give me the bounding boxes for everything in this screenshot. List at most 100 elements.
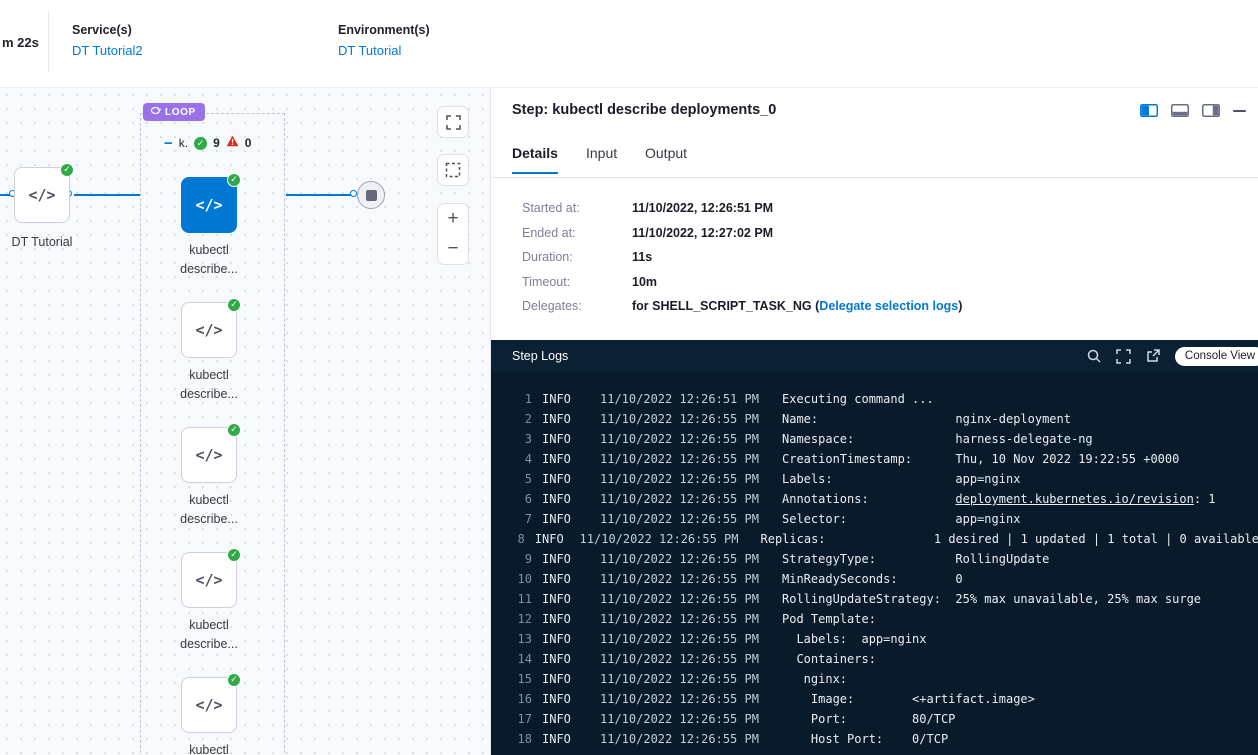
log-timestamp: 11/10/2022 12:26:55 PM	[600, 449, 760, 469]
step-node[interactable]: </>✓	[181, 427, 237, 483]
open-in-new-icon[interactable]	[1146, 349, 1160, 363]
detail-row: Timeout:10m	[491, 270, 1258, 295]
log-timestamp: 11/10/2022 12:26:55 PM	[600, 729, 760, 749]
end-node[interactable]	[357, 181, 385, 209]
log-message: StrategyType: RollingUpdate	[782, 549, 1049, 569]
graph-area: LOOP − k. ✓ 9 0 </> ✓ DT Tutorial + − </…	[0, 88, 490, 755]
loop-badge[interactable]: LOOP	[143, 103, 205, 121]
log-timestamp: 11/10/2022 12:26:55 PM	[600, 709, 760, 729]
log-line: 14INFO11/10/2022 12:26:55 PM Containers:	[491, 649, 1258, 669]
log-level: INFO	[542, 669, 586, 689]
loop-icon	[150, 106, 161, 118]
log-line: 6INFO11/10/2022 12:26:55 PMAnnotations: …	[491, 489, 1258, 509]
step-node[interactable]: </>✓	[181, 677, 237, 733]
log-message: Name: nginx-deployment	[782, 409, 1071, 429]
log-line-number: 13	[508, 629, 532, 649]
log-link[interactable]: deployment.kubernetes.io/revision	[955, 492, 1193, 506]
log-message: MinReadySeconds: 0	[782, 569, 963, 589]
code-icon: </>	[28, 186, 55, 204]
detail-row: Ended at:11/10/2022, 12:27:02 PM	[491, 221, 1258, 246]
tab-details[interactable]: Details	[512, 145, 558, 174]
console-view-button[interactable]: Console View	[1175, 347, 1258, 366]
log-timestamp: 11/10/2022 12:26:55 PM	[600, 429, 760, 449]
connector-line	[286, 194, 352, 196]
log-level: INFO	[542, 629, 586, 649]
log-level: INFO	[542, 449, 586, 469]
stage-node[interactable]: </> ✓	[14, 167, 70, 223]
details-list: Started at:11/10/2022, 12:26:51 PMEnded …	[491, 196, 1258, 319]
log-message: Image: <+artifact.image>	[782, 689, 1035, 709]
zoom-controls: + −	[437, 203, 469, 265]
log-timestamp: 11/10/2022 12:26:55 PM	[600, 469, 760, 489]
log-level: INFO	[542, 709, 586, 729]
bottom-pane-icon[interactable]	[1171, 104, 1189, 117]
success-check-icon: ✓	[227, 423, 241, 437]
environments-label: Environment(s)	[338, 23, 430, 37]
log-line-number: 3	[508, 429, 532, 449]
detail-label: Started at:	[522, 201, 632, 215]
step-node-label: kubectldescribe...	[149, 366, 269, 404]
log-message: CreationTimestamp: Thu, 10 Nov 2022 19:2…	[782, 449, 1179, 469]
log-level: INFO	[542, 649, 586, 669]
step-node-label-line1: kubectl	[149, 491, 269, 510]
log-line-number: 10	[508, 569, 532, 589]
step-node[interactable]: </>✓	[181, 302, 237, 358]
delegate-selection-logs-link[interactable]: Delegate selection logs	[819, 299, 958, 313]
log-line: 4INFO11/10/2022 12:26:55 PMCreationTimes…	[491, 449, 1258, 469]
stop-icon	[366, 190, 377, 201]
detail-row: Duration:11s	[491, 245, 1258, 270]
execution-header: m 22s Service(s) DT Tutorial2 Environmen…	[0, 0, 1258, 88]
log-level: INFO	[542, 489, 586, 509]
log-timestamp: 11/10/2022 12:26:55 PM	[600, 489, 760, 509]
step-details-panel: Step: kubectl describe deployments_0 Det…	[490, 88, 1258, 755]
log-line-number: 6	[508, 489, 532, 509]
step-node[interactable]: </>✓	[181, 177, 237, 233]
log-line-number: 7	[508, 509, 532, 529]
warning-triangle-icon	[226, 134, 239, 152]
right-pane-icon[interactable]	[1202, 104, 1220, 117]
log-line-number: 2	[508, 409, 532, 429]
connector-dot	[350, 190, 357, 197]
success-check-icon: ✓	[227, 298, 241, 312]
log-line-number: 11	[508, 589, 532, 609]
environments-group: Environment(s) DT Tutorial	[338, 23, 430, 58]
elapsed-time: m 22s	[2, 35, 39, 50]
services-group: Service(s) DT Tutorial2	[72, 23, 143, 58]
step-node-label: kubectldescribe...	[149, 491, 269, 529]
log-message: RollingUpdateStrategy: 25% max unavailab…	[782, 589, 1201, 609]
marquee-select-button[interactable]	[437, 154, 469, 186]
fullscreen-icon[interactable]	[1116, 349, 1131, 364]
detail-label: Timeout:	[522, 275, 632, 289]
log-line: 16INFO11/10/2022 12:26:55 PM Image: <+ar…	[491, 689, 1258, 709]
tab-bar: Details Input Output	[491, 134, 1258, 178]
logs-actions: Console View	[1087, 347, 1257, 366]
log-timestamp: 11/10/2022 12:26:55 PM	[600, 609, 760, 629]
log-level: INFO	[542, 729, 586, 749]
tab-input[interactable]: Input	[586, 145, 617, 172]
fit-to-screen-button[interactable]	[437, 106, 469, 138]
log-line-number: 17	[508, 709, 532, 729]
step-node[interactable]: </>✓	[181, 552, 237, 608]
environments-value-link[interactable]: DT Tutorial	[338, 43, 430, 58]
matrix-header: − k. ✓ 9 0	[164, 134, 251, 152]
log-level: INFO	[535, 529, 566, 549]
log-timestamp: 11/10/2022 12:26:55 PM	[600, 589, 760, 609]
success-check-icon: ✓	[194, 137, 207, 150]
log-level: INFO	[542, 469, 586, 489]
search-icon[interactable]	[1087, 349, 1101, 363]
collapse-icon[interactable]: −	[164, 137, 173, 150]
detail-value: 11s	[632, 250, 652, 264]
split-view-icon[interactable]	[1140, 104, 1158, 117]
tab-output[interactable]: Output	[645, 145, 687, 172]
detail-row: Started at:11/10/2022, 12:26:51 PM	[491, 196, 1258, 221]
detail-label: Duration:	[522, 250, 632, 264]
minimize-icon[interactable]	[1233, 110, 1246, 112]
services-value-link[interactable]: DT Tutorial2	[72, 43, 143, 58]
log-message: Selector: app=nginx	[782, 509, 1020, 529]
log-line: 8INFO11/10/2022 12:26:55 PMReplicas: 1 d…	[491, 529, 1258, 549]
detail-label: Delegates:	[522, 299, 632, 313]
zoom-out-button[interactable]: −	[438, 234, 468, 264]
zoom-in-button[interactable]: +	[438, 204, 468, 234]
step-node-label-line1: kubectl	[149, 366, 269, 385]
detail-value: 10m	[632, 275, 657, 289]
